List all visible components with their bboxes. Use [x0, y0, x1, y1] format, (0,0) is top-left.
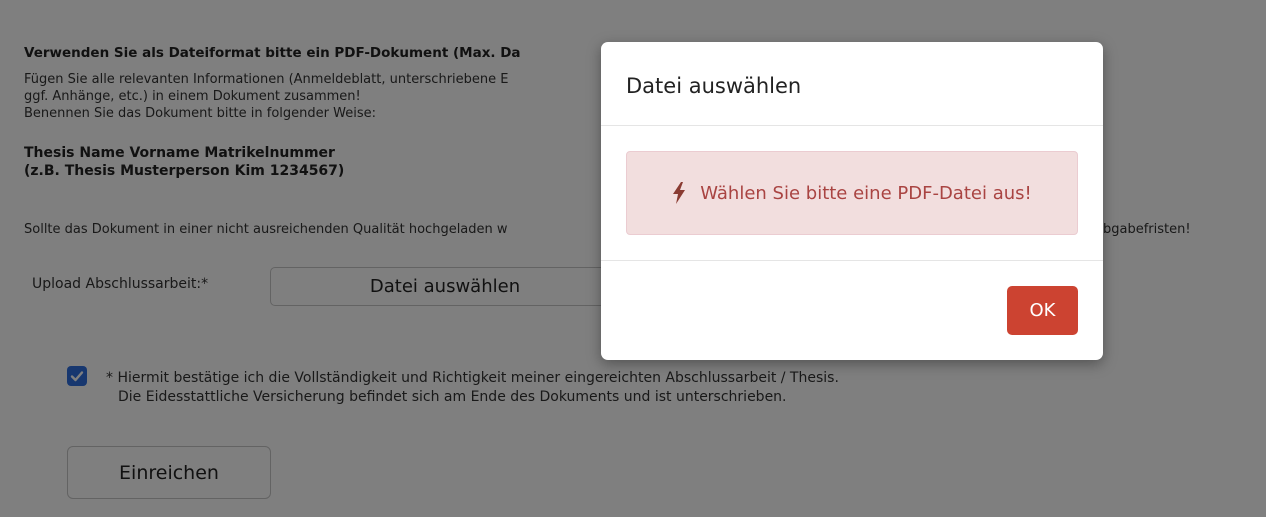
error-alert: Wählen Sie bitte eine PDF-Datei aus!	[626, 151, 1078, 235]
dialog-footer	[601, 260, 1103, 261]
ok-button[interactable]: OK	[1007, 286, 1078, 335]
bolt-icon	[672, 182, 686, 204]
dialog-header: Datei auswählen	[601, 42, 1103, 126]
alert-message: Wählen Sie bitte eine PDF-Datei aus!	[700, 182, 1032, 204]
file-select-dialog: Datei auswählen Wählen Sie bitte eine PD…	[601, 42, 1103, 360]
dialog-title: Datei auswählen	[626, 74, 802, 98]
